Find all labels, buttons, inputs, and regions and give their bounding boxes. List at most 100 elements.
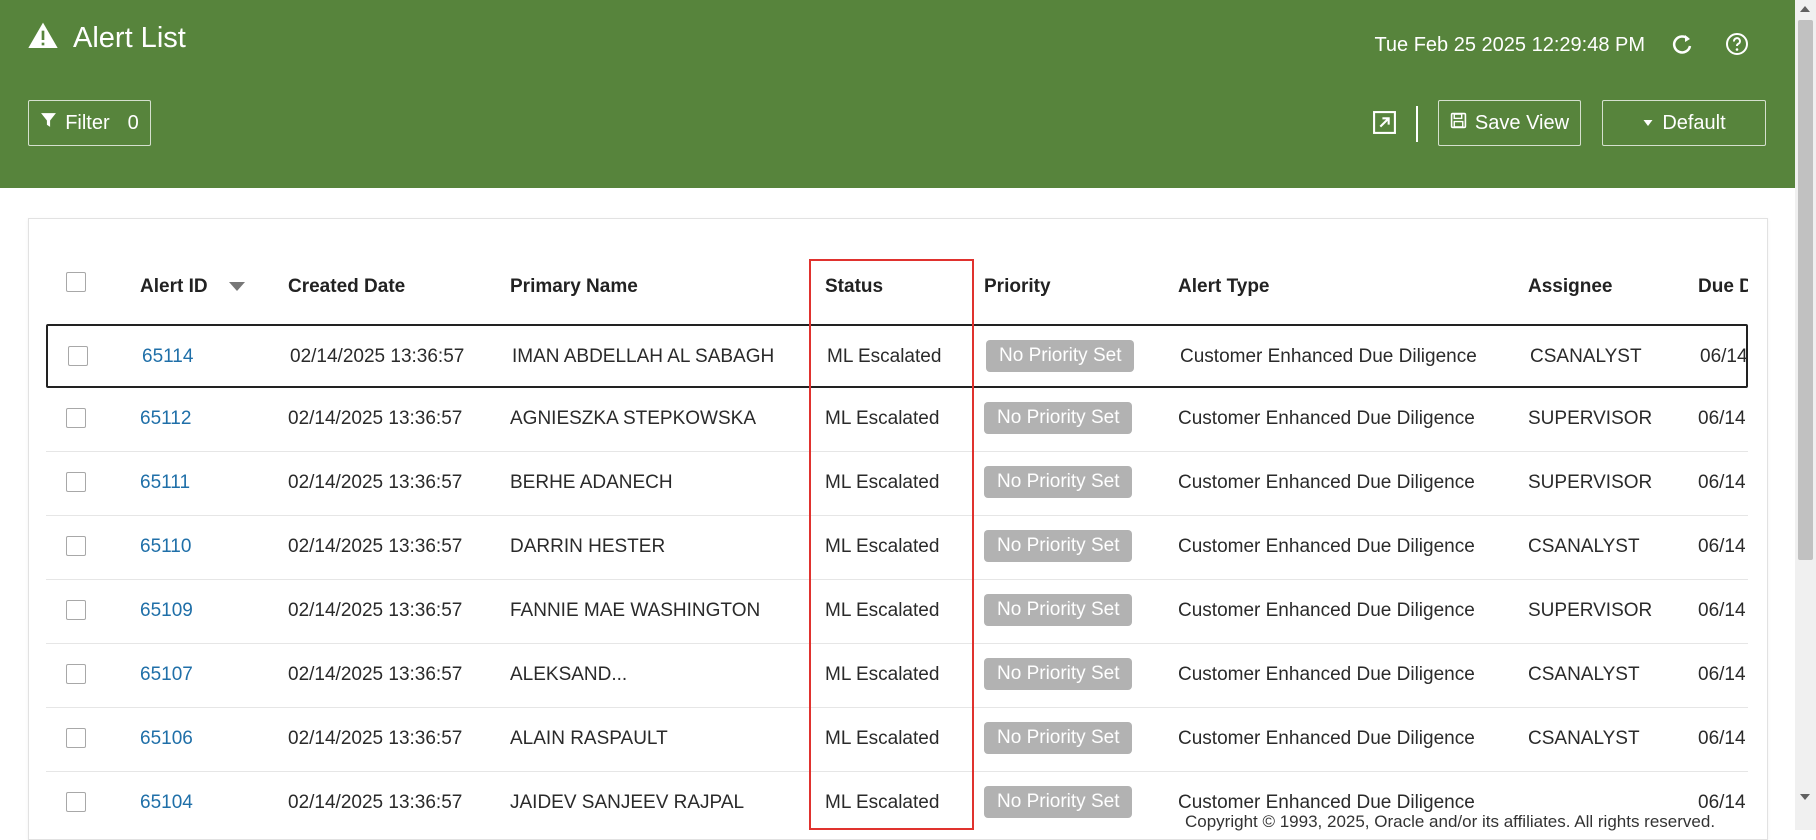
save-view-label: Save View (1474, 111, 1570, 134)
vertical-scrollbar[interactable] (1795, 0, 1816, 830)
primary-name-cell: DARRIN HESTER (510, 536, 666, 557)
priority-badge: No Priority Set (984, 658, 1133, 690)
filter-button[interactable]: Filter 0 (28, 100, 151, 146)
primary-name-cell: IMAN ABDELLAH AL SABAGH (512, 346, 775, 367)
column-header-alert-id[interactable]: Alert ID (140, 276, 208, 298)
alert-id-link[interactable]: 65107 (140, 664, 193, 686)
table-row[interactable]: 65114 02/14/2025 13:36:57 IMAN ABDELLAH AL… (46, 324, 1748, 388)
created-date-cell: 02/14/2025 13:36:57 (288, 728, 463, 749)
select-all-checkbox[interactable] (66, 272, 86, 292)
alert-id-link[interactable]: 65106 (140, 728, 193, 750)
assignee-cell: CSANALYST (1530, 346, 1642, 367)
status-cell: ML Escalated (825, 600, 940, 621)
assignee-cell: SUPERVISOR (1528, 408, 1653, 429)
scroll-up-arrow[interactable] (1800, 6, 1810, 12)
row-checkbox[interactable] (66, 664, 86, 684)
due-date-cell: 06/14 (1698, 792, 1746, 813)
alert-id-link[interactable]: 65104 (140, 792, 193, 814)
primary-name-cell: FANNIE MAE WASHINGTON (510, 600, 761, 621)
table-row[interactable]: 65106 02/14/2025 13:36:57 ALAIN RASPAULT ML… (46, 708, 1748, 772)
row-checkbox[interactable] (68, 346, 88, 366)
table-row[interactable]: 65111 02/14/2025 13:36:57 BERHE ADANECH ML … (46, 452, 1748, 516)
column-header-status[interactable]: Status (825, 276, 883, 298)
primary-name-cell: BERHE ADANECH (510, 472, 673, 493)
priority-badge: No Priority Set (984, 466, 1133, 498)
alert-id-link[interactable]: 65110 (140, 536, 191, 558)
row-checkbox[interactable] (66, 536, 86, 556)
alert-type-cell: Customer Enhanced Due Diligence (1178, 600, 1475, 621)
app-header: Alert List Tue Feb 25 2025 12:29:48 PM F… (0, 0, 1795, 188)
primary-name-cell: ALEKSAND... (510, 664, 628, 685)
alert-type-cell: Customer Enhanced Due Diligence (1178, 536, 1475, 557)
table-row[interactable]: 65112 02/14/2025 13:36:57 AGNIESZKA STEPKO… (46, 388, 1748, 452)
column-header-alert-type[interactable]: Alert Type (1178, 276, 1270, 298)
priority-badge: No Priority Set (986, 340, 1135, 372)
sort-descending-icon[interactable] (229, 282, 245, 291)
row-checkbox[interactable] (66, 728, 86, 748)
alert-id-link[interactable]: 65109 (140, 600, 193, 622)
table-row[interactable]: 65107 02/14/2025 13:36:57 ALEKSAND... ML Es… (46, 644, 1748, 708)
status-cell: ML Escalated (825, 408, 940, 429)
title-group: Alert List (27, 20, 186, 57)
created-date-cell: 02/14/2025 13:36:57 (288, 600, 463, 621)
table-row[interactable]: 65110 02/14/2025 13:36:57 DARRIN HESTER ML … (46, 516, 1748, 580)
expand-icon[interactable] (1372, 110, 1397, 135)
column-header-priority[interactable]: Priority (984, 276, 1051, 298)
table-header-row: Alert ID Created Date Primary Name Statu… (46, 258, 1748, 314)
footer-copyright: Copyright © 1993, 2025, Oracle and/or it… (1185, 812, 1716, 831)
due-date-cell: 06/14 (1698, 600, 1746, 621)
created-date-cell: 02/14/2025 13:36:57 (288, 664, 463, 685)
row-checkbox[interactable] (66, 792, 86, 812)
assignee-cell: CSANALYST (1528, 664, 1640, 685)
row-checkbox[interactable] (66, 408, 86, 428)
page-title: Alert List (73, 22, 186, 54)
filter-icon (40, 112, 57, 135)
alert-table: Alert ID Created Date Primary Name Statu… (46, 258, 1748, 830)
created-date-cell: 02/14/2025 13:36:57 (288, 408, 463, 429)
alert-id-link[interactable]: 65114 (142, 346, 193, 368)
header-divider (1416, 106, 1418, 142)
column-header-due-date[interactable]: Due D (1698, 276, 1748, 298)
priority-badge: No Priority Set (984, 594, 1133, 626)
row-checkbox[interactable] (66, 472, 86, 492)
created-date-cell: 02/14/2025 13:36:57 (290, 346, 465, 367)
scroll-thumb[interactable] (1798, 20, 1813, 560)
column-header-assignee[interactable]: Assignee (1528, 276, 1612, 298)
created-date-cell: 02/14/2025 13:36:57 (288, 536, 463, 557)
status-cell: ML Escalated (825, 728, 940, 749)
status-cell: ML Escalated (825, 792, 940, 813)
save-view-button[interactable]: Save View (1438, 100, 1581, 146)
due-date-cell: 06/14 (1698, 536, 1746, 557)
alert-type-cell: Customer Enhanced Due Diligence (1178, 408, 1475, 429)
default-view-label: Default (1662, 111, 1726, 134)
assignee-cell: CSANALYST (1528, 536, 1640, 557)
row-checkbox[interactable] (66, 600, 86, 620)
status-cell: ML Escalated (825, 536, 940, 557)
alert-id-link[interactable]: 65111 (140, 472, 190, 494)
scroll-down-arrow[interactable] (1800, 794, 1810, 800)
alert-type-cell: Customer Enhanced Due Diligence (1178, 792, 1475, 813)
assignee-cell: SUPERVISOR (1528, 600, 1653, 621)
refresh-icon[interactable] (1668, 30, 1696, 58)
due-date-cell: 06/14 (1698, 728, 1746, 749)
caret-down-icon (1642, 112, 1654, 135)
help-icon[interactable] (1723, 30, 1751, 58)
save-icon (1450, 112, 1467, 135)
priority-badge: No Priority Set (984, 402, 1133, 434)
alert-type-cell: Customer Enhanced Due Diligence (1178, 664, 1475, 685)
assignee-cell: CSANALYST (1528, 728, 1640, 749)
datetime-display: Tue Feb 25 2025 12:29:48 PM (1374, 34, 1645, 56)
column-header-created-date[interactable]: Created Date (288, 276, 405, 298)
alert-type-cell: Customer Enhanced Due Diligence (1178, 728, 1475, 749)
column-header-primary-name[interactable]: Primary Name (510, 276, 638, 298)
default-view-dropdown[interactable]: Default (1602, 100, 1766, 146)
filter-label: Filter (65, 111, 110, 134)
alert-type-cell: Customer Enhanced Due Diligence (1178, 472, 1475, 493)
primary-name-cell: AGNIESZKA STEPKOWSKA (510, 408, 757, 429)
table-row[interactable]: 65109 02/14/2025 13:36:57 FANNIE MAE WASHI… (46, 580, 1748, 644)
created-date-cell: 02/14/2025 13:36:57 (288, 792, 463, 813)
alert-id-link[interactable]: 65112 (140, 408, 191, 430)
created-date-cell: 02/14/2025 13:36:57 (288, 472, 463, 493)
status-cell: ML Escalated (825, 664, 940, 685)
primary-name-cell: JAIDEV SANJEEV RAJPAL (510, 792, 745, 813)
